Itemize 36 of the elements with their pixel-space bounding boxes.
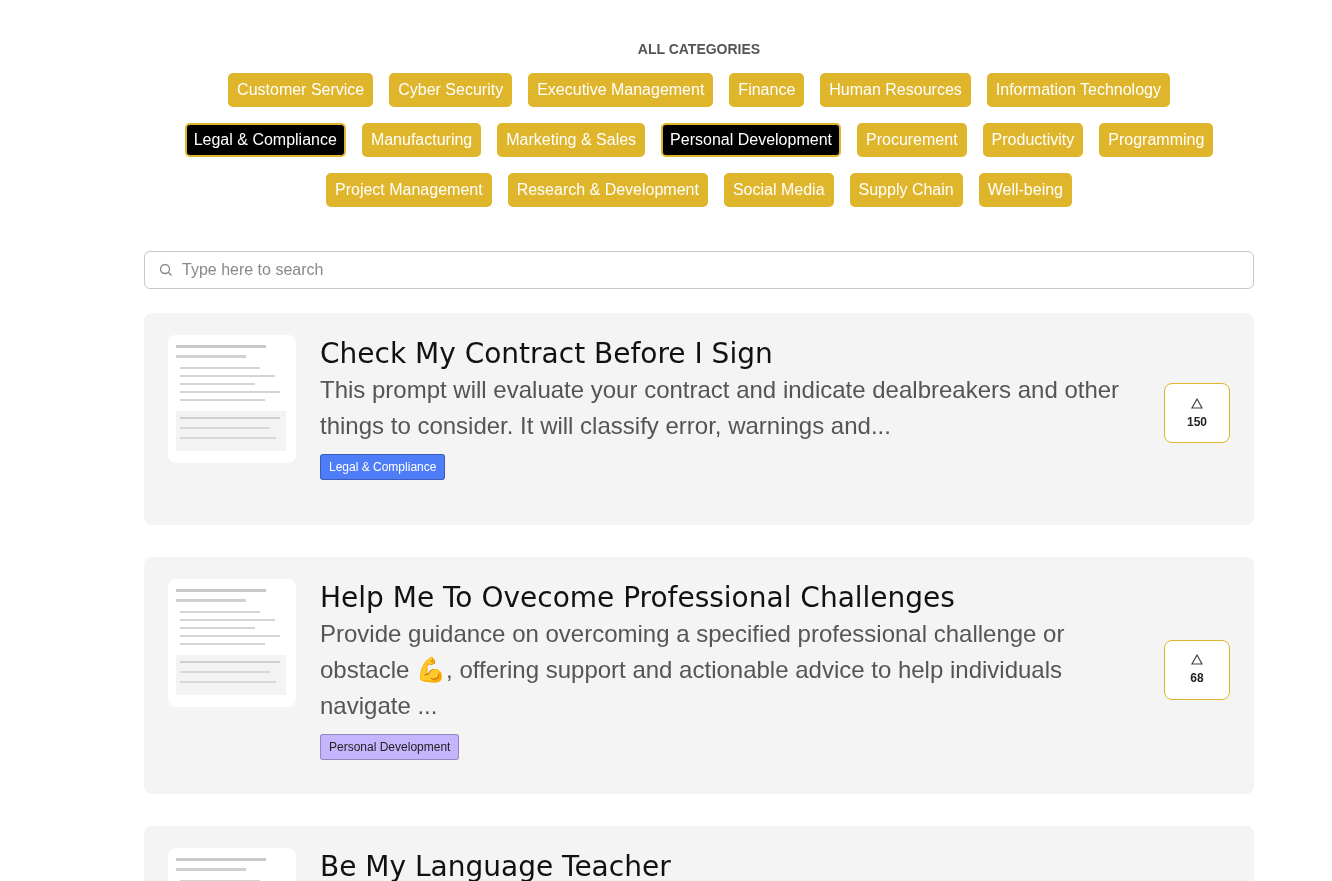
upvote-icon [1191, 397, 1203, 409]
category-chip[interactable]: Manufacturing [361, 123, 482, 157]
category-chip[interactable]: Programming [1099, 123, 1214, 157]
category-chip[interactable]: Information Technology [986, 73, 1170, 107]
categories-heading: ALL CATEGORIES [636, 41, 762, 57]
category-tag: Personal Development [320, 734, 460, 760]
category-chip[interactable]: Marketing & Sales [497, 123, 646, 157]
category-chip[interactable]: Research & Development [507, 173, 708, 207]
category-chip[interactable]: Customer Service [228, 73, 374, 107]
category-chip[interactable]: Personal Development [661, 123, 841, 157]
category-chip[interactable]: Finance [729, 73, 805, 107]
prompt-title[interactable]: Help Me To Ovecome Professional Challenges [320, 581, 955, 614]
category-chip[interactable]: Well-being [978, 173, 1072, 207]
category-chip[interactable]: Project Management [326, 173, 492, 207]
upvote-button[interactable]: 150 [1164, 383, 1230, 443]
category-chip[interactable]: Human Resources [820, 73, 971, 107]
category-chip[interactable]: Supply Chain [849, 173, 963, 207]
category-chip[interactable]: Social Media [723, 173, 834, 207]
category-chip[interactable]: Executive Management [528, 73, 714, 107]
prompt-title[interactable]: Be My Language Teacher [320, 850, 671, 881]
prompt-card[interactable] [144, 557, 1254, 794]
prompt-title[interactable]: Check My Contract Before I Sign [320, 337, 773, 370]
category-chip[interactable]: Procurement [857, 123, 967, 157]
category-chip[interactable]: Cyber Security [389, 73, 513, 107]
prompt-card[interactable]: Be My Language Teacher [144, 826, 1254, 881]
upvote-button[interactable]: 68 [1164, 639, 1230, 700]
vote-count: 68 [1190, 671, 1204, 685]
category-chip[interactable]: Legal & Compliance [184, 123, 346, 157]
category-tag: Legal & Compliance [320, 454, 446, 480]
vote-count: 150 [1187, 414, 1207, 429]
search-field[interactable]: Type here to search [144, 251, 1254, 289]
prompt-description: This prompt will evaluate your contract and indicate dealbreakers and other things to consider. It will classify error, warnings and... [320, 375, 1120, 441]
prompt-card[interactable]: Check My Contract Before I Sign This prompt will evaluate your contract and indicate dealbreakers and other things to consider. It will classify error, warnings and... Legal & Compliance 150 [144, 313, 1254, 525]
upvote-icon [1191, 654, 1203, 665]
category-chip[interactable]: Productivity [982, 123, 1084, 157]
prompt-description: Provide guidance on overcoming a specified professional challenge or obstacle 💪, offering support and actionable advice to help individuals navigate ... [320, 619, 1066, 721]
